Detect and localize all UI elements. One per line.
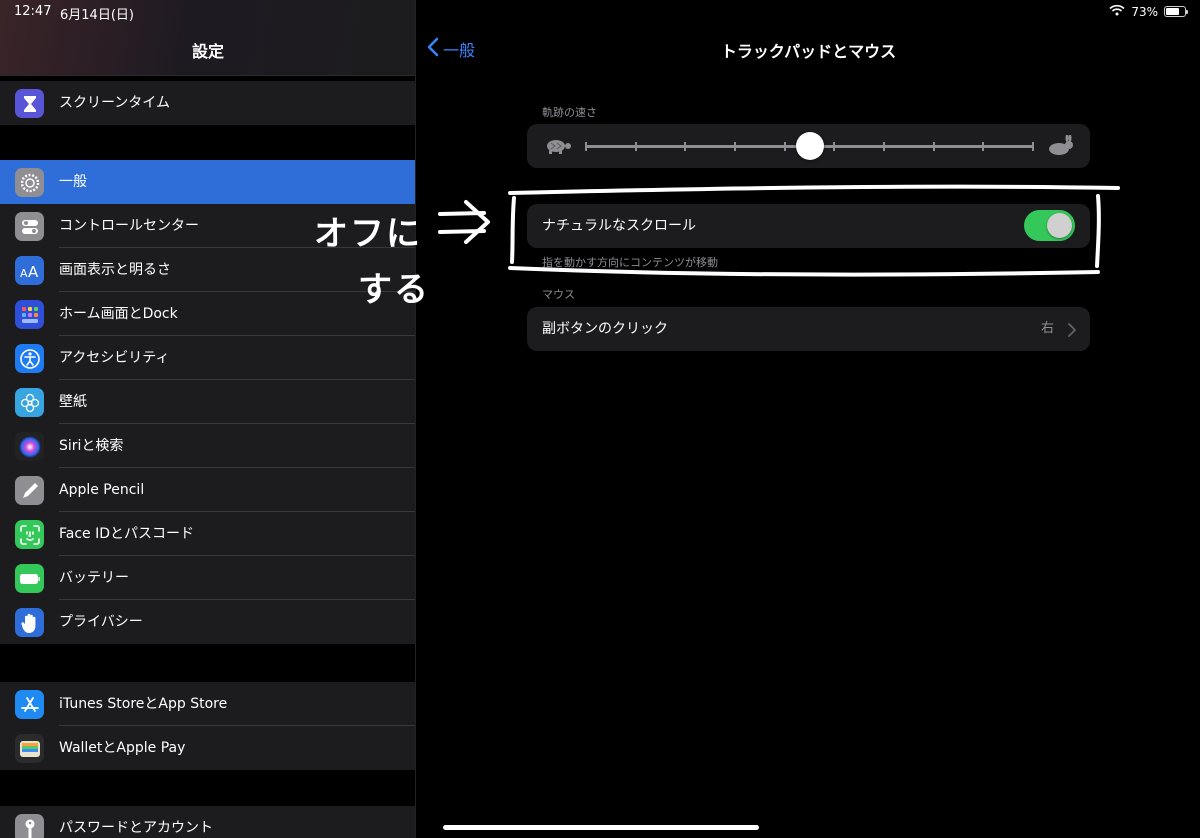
sidebar-group-screen-time: スクリーンタイム	[0, 81, 415, 125]
sidebar-item-face-id-passcode[interactable]: Face IDとパスコード	[0, 512, 415, 556]
slider-tick	[883, 142, 885, 151]
battery-percent: 73%	[1131, 4, 1158, 19]
sidebar-item-accessibility[interactable]: アクセシビリティ	[0, 336, 415, 380]
flower-icon	[15, 388, 44, 417]
text-size-icon: AA	[15, 256, 44, 285]
sidebar-item-wallpaper[interactable]: 壁紙	[0, 380, 415, 424]
chevron-right-icon	[1068, 322, 1076, 341]
natural-scroll-footnote: 指を動かす方向にコンテンツが移動	[542, 256, 718, 269]
svg-text:A: A	[28, 263, 39, 279]
sidebar-item-label: Apple Pencil	[59, 482, 145, 498]
sidebar-item-label: iTunes StoreとApp Store	[59, 696, 228, 712]
page-title: トラックパッドとマウス	[720, 42, 897, 61]
detail-pane: 73% 一般 トラックパッドとマウス 軌跡の速さ ナチュラルなスクロール 指を動…	[417, 0, 1200, 838]
sidebar-item-label: プライバシー	[59, 614, 143, 630]
sidebar-item-passwords-accounts[interactable]: パスワードとアカウント	[0, 806, 415, 838]
sidebar-item-general[interactable]: 一般	[0, 160, 415, 204]
sidebar-item-app-store[interactable]: iTunes StoreとApp Store	[0, 682, 415, 726]
slider-tick	[982, 142, 985, 151]
sidebar-item-label: 一般	[59, 174, 87, 190]
battery-level-icon	[1164, 6, 1188, 17]
slider-tick	[734, 142, 736, 151]
wifi-icon	[1109, 4, 1125, 19]
sidebar-item-label: ホーム画面とDock	[59, 306, 178, 322]
tracking-speed-slider-thumb[interactable]	[795, 132, 824, 160]
toggle-knob	[1047, 213, 1072, 238]
slider-tick	[585, 142, 587, 151]
sidebar-item-label: Siriと検索	[59, 438, 124, 454]
sidebar-item-label: 画面表示と明るさ	[59, 262, 171, 278]
sidebar-group-accounts: パスワードとアカウント	[0, 806, 415, 838]
settings-sidebar: 12:47 6月14日(日) 設定 スクリーンタイム 一般 コントロールセンター	[0, 0, 416, 838]
battery-icon	[15, 564, 44, 593]
sidebar-item-label: パスワードとアカウント	[59, 820, 213, 836]
tracking-speed-slider-card	[527, 124, 1090, 168]
sidebar-header: 12:47 6月14日(日) 設定	[0, 0, 415, 76]
natural-scroll-label: ナチュラルなスクロール	[542, 218, 696, 234]
status-date: 6月14日(日)	[60, 8, 134, 23]
sidebar-item-label: コントロールセンター	[59, 218, 199, 234]
turtle-icon	[543, 136, 573, 160]
hourglass-icon	[15, 89, 44, 118]
home-indicator	[443, 825, 759, 830]
sidebar-item-home-screen-dock[interactable]: ホーム画面とDock	[0, 292, 415, 336]
battery-level-fill	[1166, 8, 1180, 15]
face-id-icon	[15, 520, 44, 549]
sidebar-item-label: スクリーンタイム	[59, 95, 171, 111]
sidebar-item-siri-search[interactable]: Siriと検索	[0, 424, 415, 468]
rabbit-icon	[1046, 134, 1076, 161]
sidebar-item-wallet-apple-pay[interactable]: WalletとApple Pay	[0, 726, 415, 770]
annotation-text-line2: する	[358, 270, 430, 310]
siri-icon	[15, 432, 44, 461]
wallet-icon	[15, 734, 44, 763]
app-grid-icon	[15, 300, 44, 329]
sidebar-item-apple-pencil[interactable]: Apple Pencil	[0, 468, 415, 512]
slider-tick	[634, 142, 637, 151]
app-store-icon	[15, 690, 44, 719]
accessibility-icon	[15, 344, 44, 373]
sidebar-title: 設定	[191, 42, 224, 61]
annotation-text-line1: オフに	[314, 214, 422, 254]
slider-tick	[833, 142, 836, 151]
status-indicators: 73%	[1109, 4, 1188, 19]
slider-tick	[783, 142, 786, 151]
sidebar-item-label: Face IDとパスコード	[59, 526, 195, 542]
slider-tick	[1032, 142, 1034, 151]
hand-icon	[15, 608, 44, 637]
toggles-icon	[15, 212, 44, 241]
slider-tick	[932, 142, 935, 151]
natural-scroll-card: ナチュラルなスクロール	[527, 204, 1090, 248]
gear-icon	[15, 168, 44, 197]
slider-tick	[684, 142, 687, 151]
sidebar-item-label: アクセシビリティ	[59, 350, 170, 366]
pencil-icon	[15, 476, 44, 505]
sidebar-item-label: 壁紙	[59, 394, 87, 410]
sidebar-item-label: WalletとApple Pay	[59, 740, 186, 756]
sidebar-group-store: iTunes StoreとApp Store WalletとApple Pay	[0, 682, 415, 770]
secondary-click-value: 右	[1040, 321, 1054, 336]
mouse-section-label: マウス	[542, 288, 575, 301]
sidebar-item-battery[interactable]: バッテリー	[0, 556, 415, 600]
secondary-click-row[interactable]: 副ボタンのクリック 右	[527, 307, 1090, 351]
natural-scroll-toggle[interactable]	[1024, 210, 1075, 241]
secondary-click-label: 副ボタンのクリック	[542, 321, 668, 337]
svg-text:A: A	[20, 267, 28, 279]
key-icon	[15, 814, 44, 838]
sidebar-item-screen-time[interactable]: スクリーンタイム	[0, 81, 415, 125]
sidebar-item-privacy[interactable]: プライバシー	[0, 600, 415, 644]
sidebar-item-label: バッテリー	[59, 570, 129, 586]
tracking-speed-label: 軌跡の速さ	[542, 106, 597, 119]
status-time: 12:47	[14, 4, 52, 19]
